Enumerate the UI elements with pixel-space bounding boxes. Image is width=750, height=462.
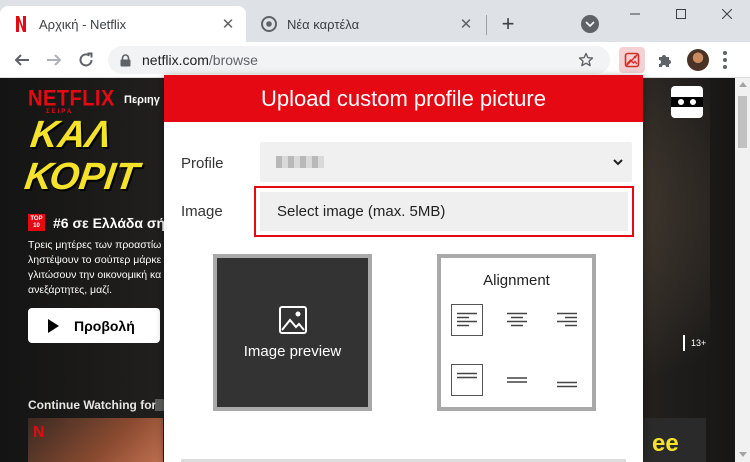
address-bar[interactable]: netflix.com/browse [108,46,610,74]
image-placeholder-icon [278,306,307,334]
url-host: netflix.com [142,52,209,68]
url-text: netflix.com/browse [142,52,578,68]
lock-icon[interactable] [120,53,134,67]
profile-select[interactable] [260,142,632,182]
tab-new-tab[interactable]: Νέα καρτέλα ✕ [248,6,484,42]
url-path: /browse [208,52,258,68]
nav-item-browse[interactable]: Περιηγ [124,94,160,106]
align-bottom-center-option[interactable] [501,364,533,396]
align-bottom-left-option[interactable] [451,364,483,396]
tab-title: Νέα καρτέλα [287,16,360,32]
align-bottom-lines-icon [557,381,577,388]
new-tab-plus-icon[interactable]: + [496,11,520,36]
align-left-icon [457,312,477,327]
maximize-icon[interactable] [658,0,704,28]
image-label: Image [181,203,223,220]
play-label: Προβολή [74,317,135,334]
show-title-line1: ΚΑΛ [28,114,115,156]
tab-title: Αρχική - Netflix [39,16,127,32]
browser-toolbar: netflix.com/browse [0,42,750,78]
align-top-right-option[interactable] [551,304,583,336]
back-arrow-icon[interactable] [9,47,35,73]
tab-separator [486,15,487,35]
netflix-favicon-icon [13,16,29,32]
reload-icon[interactable] [73,47,99,73]
profile-picture-extension-icon[interactable] [619,47,645,73]
chevron-down-icon [613,159,623,166]
align-top-center-option[interactable] [501,304,533,336]
tab-close-icon[interactable]: ✕ [456,14,476,34]
align-top-lines-icon [457,372,477,379]
minimize-icon[interactable] [612,0,658,28]
show-description: Τρεις μητέρες των προαστίω ληστέψουν το … [28,239,162,296]
select-image-button[interactable]: Select image (max. 5MB) [254,186,634,237]
top10-badge-line1: TOP [30,215,43,222]
play-icon [48,318,59,333]
top10-badge-line2: 10 [33,222,40,229]
align-top-left-option[interactable] [451,304,483,336]
netflix-n-icon: N [33,424,45,441]
extensions-puzzle-icon[interactable] [652,47,678,73]
align-right-icon [557,312,577,327]
play-button[interactable]: Προβολή [28,308,160,343]
bookmark-star-icon[interactable] [578,52,600,68]
align-middle-lines-icon [507,377,527,383]
alignment-panel: Alignment [437,254,596,411]
show-title-line2: ΚΟΡΙΤ [22,156,142,198]
tab-close-icon[interactable]: ✕ [218,14,238,34]
show-title-logo: ΚΑΛ ΚΟΡΙΤ [22,114,147,198]
align-center-icon [507,312,527,327]
select-image-label: Select image (max. 5MB) [260,192,628,231]
align-bottom-right-option[interactable] [551,364,583,396]
scroll-up-arrow-icon[interactable] [739,82,747,87]
image-preview: Image preview [213,254,372,411]
tab-strip: Αρχική - Netflix ✕ Νέα καρτέλα ✕ + [0,0,750,42]
continue-watching-thumbnail[interactable]: N [28,418,163,462]
maturity-rating: 13+ [683,335,706,351]
scroll-down-arrow-icon[interactable] [739,452,747,457]
chrome-favicon-icon [261,16,277,32]
profile-label: Profile [181,155,224,172]
tab-netflix[interactable]: Αρχική - Netflix ✕ [0,6,246,42]
tab-search-chevron-icon[interactable] [581,15,599,33]
browser-menu-icon[interactable] [722,51,728,69]
popup-title: Upload custom profile picture [164,75,643,122]
window-close-icon[interactable] [704,0,750,28]
scrollbar-thumb[interactable] [738,96,747,148]
netflix-profile-icon[interactable] [671,86,703,118]
image-preview-label: Image preview [243,343,342,360]
alignment-title: Alignment [483,272,550,289]
continue-watching-title: Continue Watching for [28,398,157,412]
forward-arrow-icon[interactable] [41,47,67,73]
upload-profile-picture-popup: Upload custom profile picture Profile Im… [164,75,643,462]
profile-select-value-blurred [276,156,324,168]
title-thumbnail[interactable]: ee [636,418,706,462]
thumbnail-text: ee [652,430,679,457]
top10-badge-icon: TOP 10 [28,214,45,231]
user-avatar[interactable] [687,49,709,71]
